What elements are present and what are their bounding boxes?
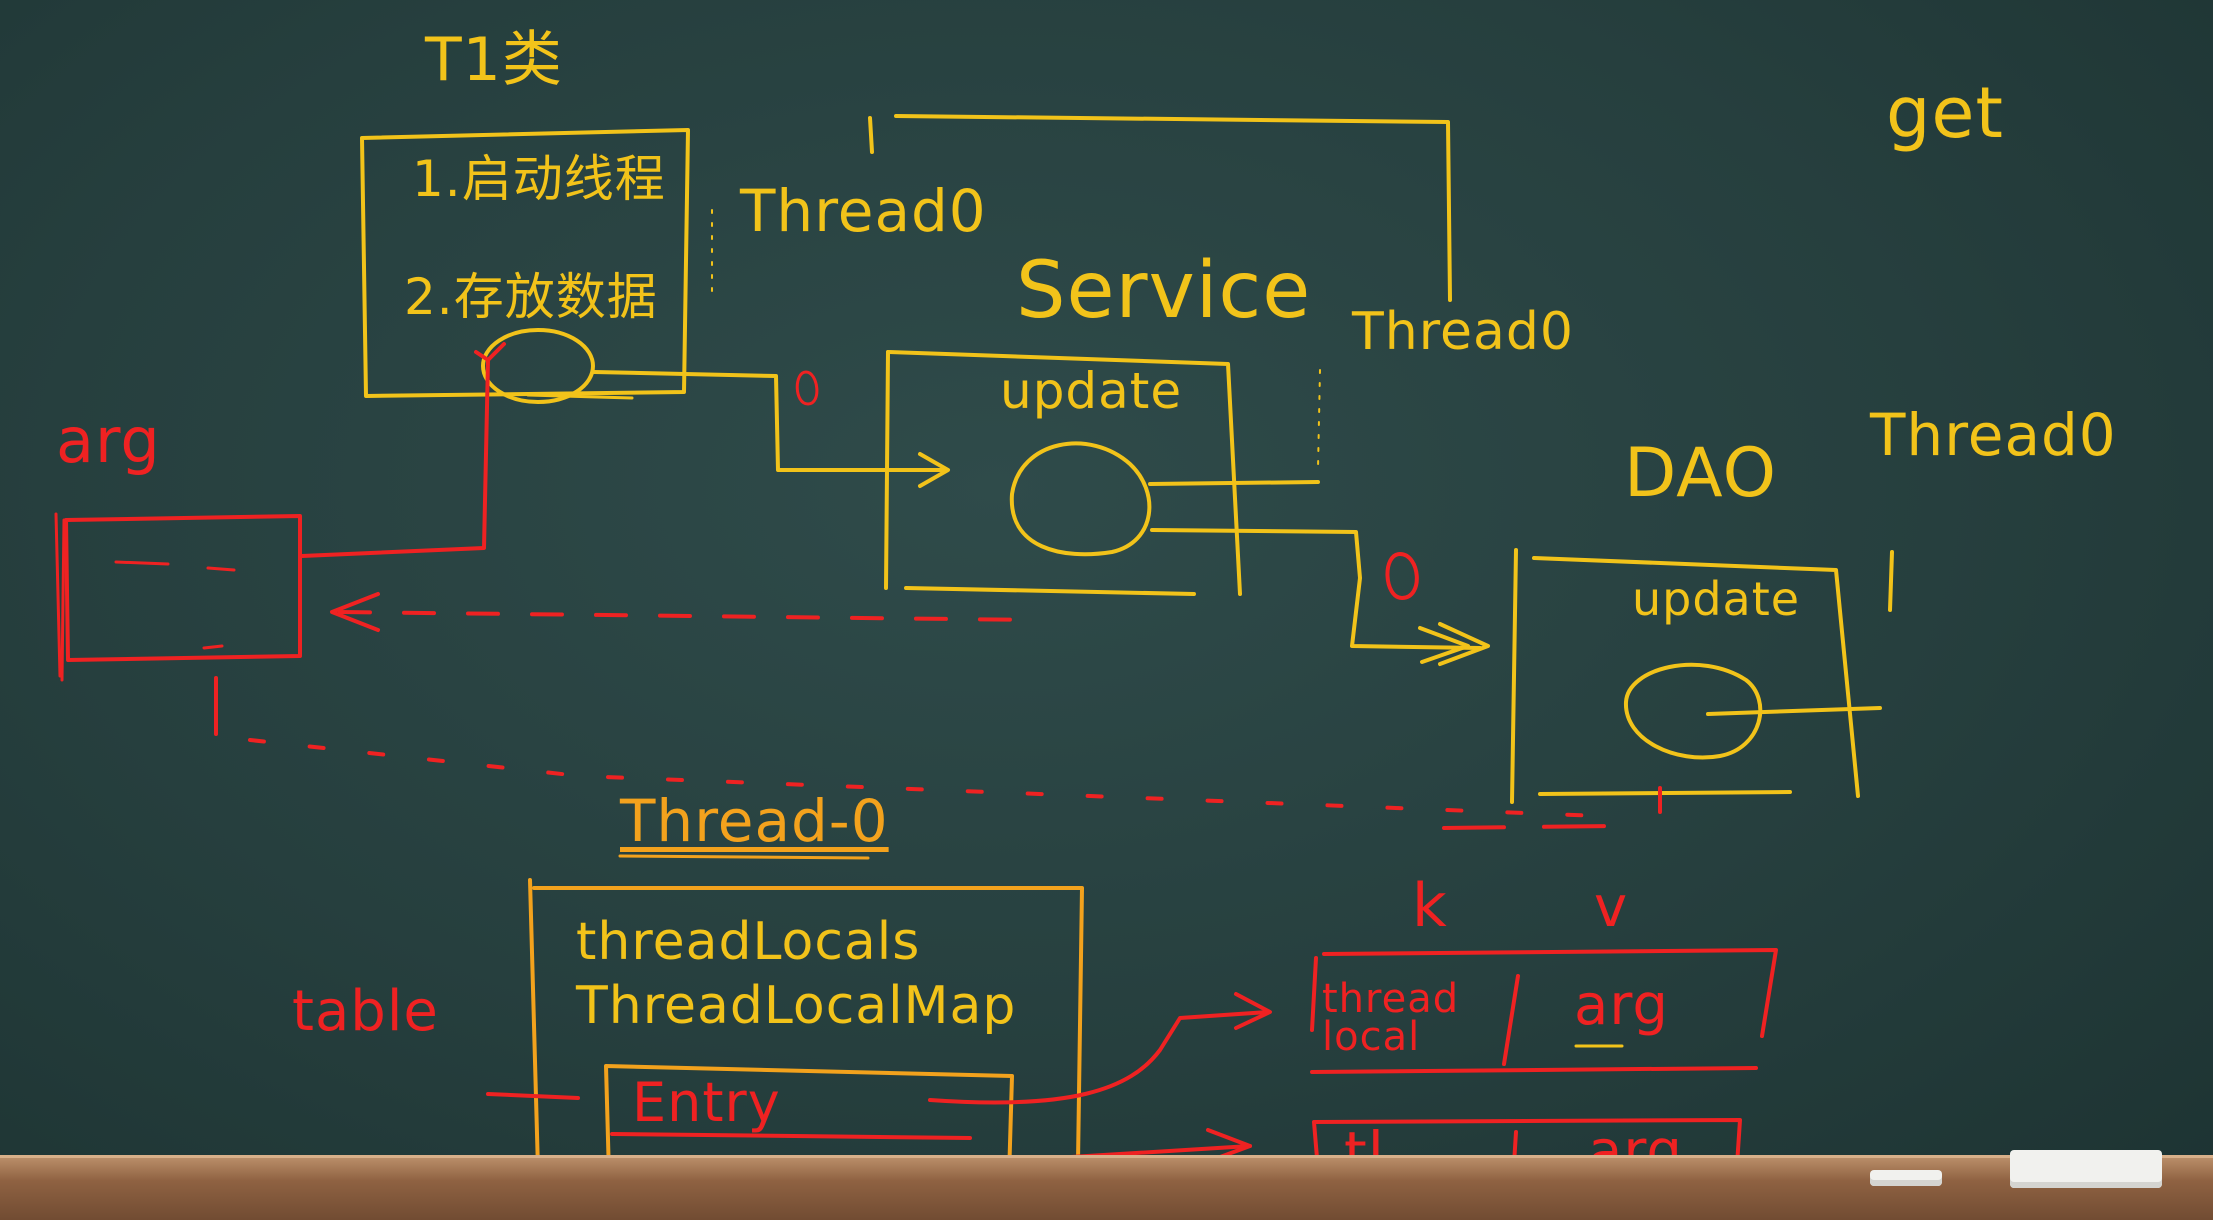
label-thread0-title: Thread-0 — [620, 787, 889, 855]
service-dots — [1317, 369, 1321, 469]
arg-box — [64, 514, 302, 662]
chalk-piece[interactable] — [1870, 1170, 1942, 1186]
label-threadlocalmap: ThreadLocalMap — [576, 976, 1017, 1036]
map-row1-divider — [1502, 974, 1520, 1066]
dao-box — [1510, 548, 1518, 804]
label-t1-class: T1类 — [425, 25, 563, 95]
label-thread0-top: Thread0 — [740, 177, 987, 245]
zero-mark-1 — [795, 370, 819, 406]
zero-mark-2 — [1385, 552, 1419, 600]
label-v: v — [1594, 875, 1629, 940]
label-service: Service — [1016, 246, 1312, 336]
t1-to-service-line — [592, 370, 947, 472]
service-oval — [1009, 441, 1152, 557]
chalkboard: T1类 1.启动线程 2.存放数据 Thread0 Service Thread… — [0, 0, 2213, 1220]
label-thread0-service: Thread0 — [1352, 302, 1574, 362]
label-step-2: 2.存放数据 — [404, 268, 658, 326]
service-box-bottom — [904, 586, 1196, 596]
entry-underline — [610, 1132, 972, 1140]
label-threadlocal-cell: thread local — [1322, 976, 1460, 1060]
label-step-1: 1.启动线程 — [412, 150, 666, 208]
dao-right-tick — [1888, 550, 1894, 612]
arrow-to-dao — [1418, 622, 1490, 666]
table-pointer — [486, 1092, 580, 1100]
label-thread0-dao: Thread0 — [1870, 401, 2117, 469]
label-dao: DAO — [1624, 434, 1778, 513]
thread0-box-left — [528, 878, 540, 1172]
dao-box-bottom — [1538, 790, 1792, 796]
service-box-left — [884, 350, 890, 590]
label-entry: Entry — [632, 1071, 781, 1134]
label-arg-cell: arg — [1574, 973, 1669, 1038]
service-right-line — [1148, 480, 1320, 486]
label-get: get — [1886, 72, 2004, 154]
thread0-title-underline — [618, 854, 870, 860]
label-k: k — [1412, 871, 1448, 941]
label-table: table — [292, 979, 439, 1044]
eraser[interactable] — [2010, 1150, 2162, 1188]
dao-right-line — [1706, 706, 1882, 716]
t1-data-oval — [481, 328, 595, 404]
label-update-service: update — [1000, 362, 1183, 420]
right-dashed-line — [1442, 824, 1612, 830]
chalk-tray — [0, 1150, 2213, 1220]
arg-inner-marks — [114, 560, 236, 650]
return-dashed-line — [338, 610, 1042, 622]
label-threadlocals: threadLocals — [576, 912, 921, 972]
arg-box-left-marks — [54, 512, 66, 682]
t1-inner-line — [526, 393, 634, 400]
entry-arrowhead-1 — [1234, 992, 1272, 1030]
map-row1-bottom — [1310, 1066, 1758, 1074]
lower-dashed-line — [248, 738, 1602, 818]
label-arg: arg — [56, 404, 161, 477]
arg-to-t1-arrow — [300, 342, 506, 558]
label-update-dao: update — [1632, 572, 1801, 626]
